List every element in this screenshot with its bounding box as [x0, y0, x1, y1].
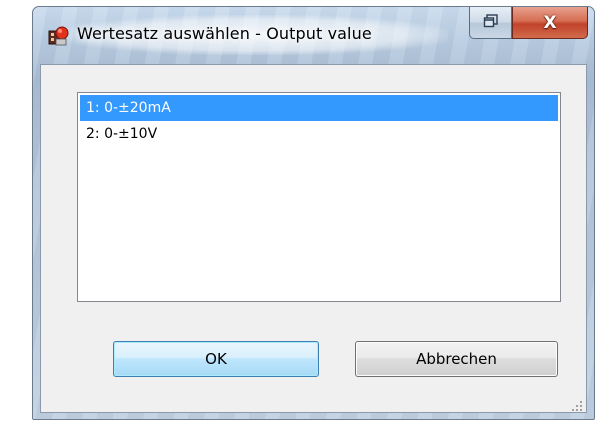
dialog-client-area: 1: 0-±20mA 2: 0-±10V OK Abbrechen [40, 64, 587, 413]
close-icon: X [543, 12, 557, 33]
restore-button[interactable] [469, 7, 512, 39]
output-value-list[interactable]: 1: 0-±20mA 2: 0-±10V [77, 92, 561, 302]
resize-grip-icon[interactable] [571, 397, 583, 411]
list-item[interactable]: 1: 0-±20mA [80, 95, 558, 121]
cancel-button-label: Abbrechen [416, 350, 497, 368]
title-bar[interactable]: Wertesatz auswählen - Output value X [33, 7, 594, 65]
list-item-label: 2: 0-±10V [86, 126, 158, 142]
app-icon[interactable] [47, 25, 69, 47]
ok-button[interactable]: OK [113, 341, 319, 377]
dialog-window: Wertesatz auswählen - Output value X 1: … [32, 6, 595, 420]
window-title: Wertesatz auswählen - Output value [77, 24, 372, 43]
ok-button-label: OK [205, 350, 227, 368]
cancel-button[interactable]: Abbrechen [355, 341, 558, 377]
close-button[interactable]: X [512, 7, 588, 39]
list-item-label: 1: 0-±20mA [86, 100, 171, 116]
list-item[interactable]: 2: 0-±10V [80, 121, 558, 147]
restore-window-icon [483, 13, 499, 32]
